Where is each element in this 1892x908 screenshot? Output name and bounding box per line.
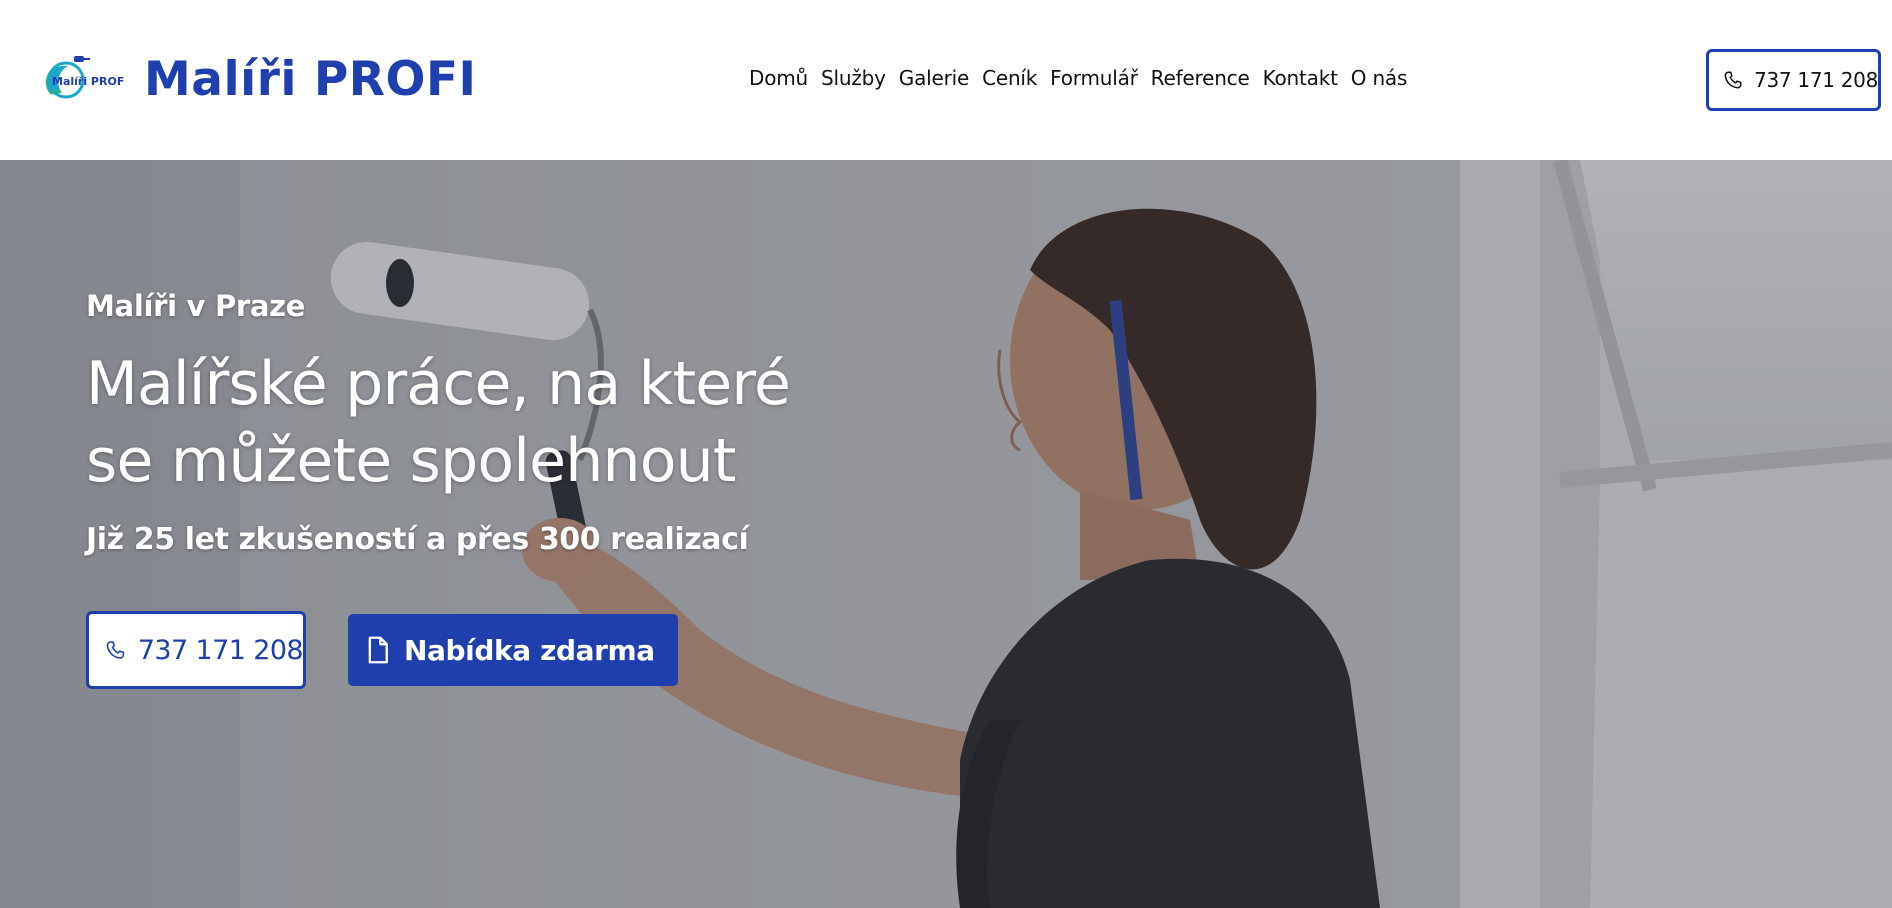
hero-content: Malíři v Praze Malířské práce, na které … (86, 286, 986, 560)
hero-headline-line-1: Malířské práce, na které (86, 349, 791, 419)
main-nav: Domů Služby Galerie Ceník Formulář Refer… (749, 62, 1407, 94)
hero-eyebrow: Malíři v Praze (86, 289, 306, 323)
nav-item-sluzby[interactable]: Služby (821, 66, 886, 90)
hero-phone-number: 737 171 208 (137, 634, 304, 666)
nav-item-o-nas[interactable]: O nás (1351, 66, 1408, 90)
nav-item-cenik[interactable]: Ceník (982, 66, 1037, 90)
site-header: Malíři PROFI Malíři PROFI Domů Služby Ga… (0, 0, 1892, 160)
hero-headline-line-2: se můžete spolehnout (86, 426, 736, 496)
header-phone-number: 737 171 208 (1754, 68, 1878, 92)
hero-cta-row: 737 171 208 Nabídka zdarma (86, 611, 678, 689)
logo-link[interactable]: Malíři PROFI Malíři PROFI (40, 50, 477, 110)
free-offer-label: Nabídka zdarma (404, 633, 655, 667)
hero-phone-button[interactable]: 737 171 208 (86, 611, 306, 689)
nav-item-domu[interactable]: Domů (749, 66, 808, 90)
free-offer-button[interactable]: Nabídka zdarma (348, 614, 678, 686)
nav-item-kontakt[interactable]: Kontakt (1263, 66, 1338, 90)
nav-item-formular[interactable]: Formulář (1050, 66, 1138, 90)
hero-section: Malíři v Praze Malířské práce, na které … (0, 160, 1892, 908)
logo-text: Malíři PROFI (52, 75, 124, 88)
nav-item-galerie[interactable]: Galerie (899, 66, 970, 90)
brand-name: Malíři PROFI (144, 52, 477, 107)
document-icon (368, 636, 388, 664)
hero-headline: Malířské práce, na které se můžete spole… (86, 346, 986, 500)
hero-subheadline: Již 25 let zkušeností a přes 300 realiza… (86, 522, 749, 557)
phone-icon (106, 641, 125, 659)
paint-roller-logo-icon: Malíři PROFI (45, 56, 124, 99)
header-phone-button[interactable]: 737 171 208 (1706, 49, 1881, 111)
phone-icon (1724, 71, 1742, 89)
nav-item-reference[interactable]: Reference (1151, 66, 1250, 90)
